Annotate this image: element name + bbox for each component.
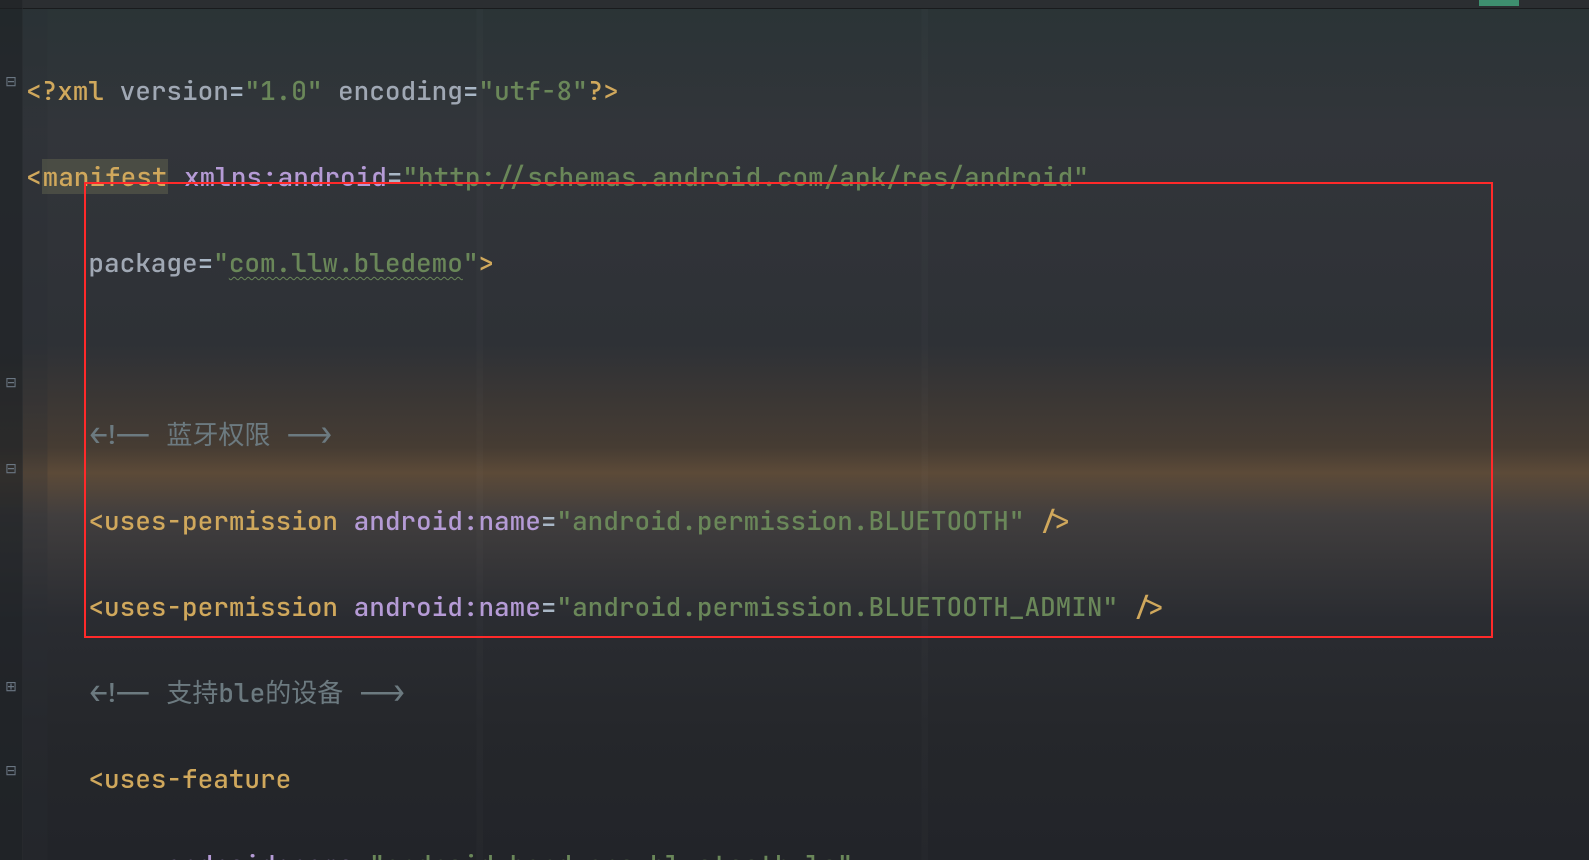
equals: =	[387, 159, 403, 194]
code-line[interactable]: <?xml version="1.0" encoding="utf-8"?>	[26, 69, 1274, 112]
code-line[interactable]: <manifest xmlns:android="http://schemas.…	[26, 155, 1274, 198]
comment-bluetooth: <!-- 蓝牙权限 -->	[88, 417, 332, 452]
tab-accent	[1479, 0, 1519, 6]
xml-tag: xml	[57, 73, 104, 108]
equals: =	[541, 503, 557, 538]
equals: =	[229, 73, 245, 108]
attr-xmlns: xmlns:android	[168, 159, 386, 194]
code-editor[interactable]: ⊟ ⊟ ⊟ ⊞ ⊟ <?xml version="1.0" encoding="…	[0, 0, 1589, 860]
val-bluetooth: "android.permission.BLUETOOTH"	[556, 503, 1024, 538]
tag-open: <	[88, 761, 104, 796]
fold-minus-icon[interactable]: ⊟	[4, 462, 18, 476]
code-line[interactable]	[26, 327, 1274, 370]
uses-permission-tag: uses-permission	[104, 589, 338, 624]
equals: =	[541, 589, 557, 624]
code-line[interactable]: <!-- 支持ble的设备 -->	[26, 671, 1274, 714]
code-line[interactable]: <uses-permission android:name="android.p…	[26, 585, 1274, 628]
equals: =	[198, 245, 214, 280]
val-ble: "android.hardware.bluetooth_le"	[369, 847, 853, 860]
val-package-text: com.llw.bledemo	[229, 245, 463, 280]
val-xmlns: "http://schemas.android.com/apk/res/andr…	[402, 159, 1088, 194]
val-version: "1.0"	[244, 73, 322, 108]
code-area[interactable]: <?xml version="1.0" encoding="utf-8"?> <…	[26, 26, 1274, 860]
comment-ble: <!-- 支持ble的设备 -->	[88, 675, 405, 710]
val-package-close: "	[463, 245, 479, 280]
fold-minus-icon[interactable]: ⊟	[4, 376, 18, 390]
equals: =	[354, 847, 370, 860]
uses-permission-tag: uses-permission	[104, 503, 338, 538]
tag-open: <	[88, 503, 104, 538]
fold-plus-icon[interactable]: ⊞	[4, 680, 18, 694]
code-line[interactable]: android:name="android.hardware.bluetooth…	[26, 843, 1274, 860]
attr-name: :name	[463, 503, 541, 538]
code-line[interactable]: package="com.llw.bledemo">	[26, 241, 1274, 284]
uses-feature-tag: uses-feature	[104, 761, 291, 796]
code-line[interactable]: <!-- 蓝牙权限 -->	[26, 413, 1274, 456]
tag-open: <	[26, 159, 42, 194]
attr-name: :name	[276, 847, 354, 860]
val-encoding: "utf-8"	[478, 73, 587, 108]
fold-minus-icon[interactable]: ⊟	[4, 75, 18, 89]
attr-android: android	[151, 847, 276, 860]
xml-pi-open: <?	[26, 73, 57, 108]
code-line[interactable]: <uses-feature	[26, 757, 1274, 800]
attr-encoding: encoding	[322, 73, 462, 108]
gutter: ⊟ ⊟ ⊟ ⊞ ⊟	[0, 0, 23, 860]
attr-android: android	[338, 503, 463, 538]
fold-minus-icon[interactable]: ⊟	[4, 764, 18, 778]
attr-name: :name	[463, 589, 541, 624]
attr-version: version	[104, 73, 229, 108]
val-bluetooth-admin: "android.permission.BLUETOOTH_ADMIN"	[556, 589, 1118, 624]
tag-gt: >	[478, 245, 494, 280]
attr-package: package	[88, 245, 197, 280]
editor-top-strip	[0, 0, 1589, 9]
tag-open: <	[88, 589, 104, 624]
equals: =	[463, 73, 479, 108]
attr-android: android	[338, 589, 463, 624]
xml-pi-close: ?>	[588, 73, 619, 108]
code-line[interactable]: <uses-permission android:name="android.p…	[26, 499, 1274, 542]
self-close: />	[1118, 589, 1165, 624]
manifest-tag: manifest	[42, 159, 169, 194]
self-close: />	[1024, 503, 1071, 538]
val-package-open: "	[213, 245, 229, 280]
